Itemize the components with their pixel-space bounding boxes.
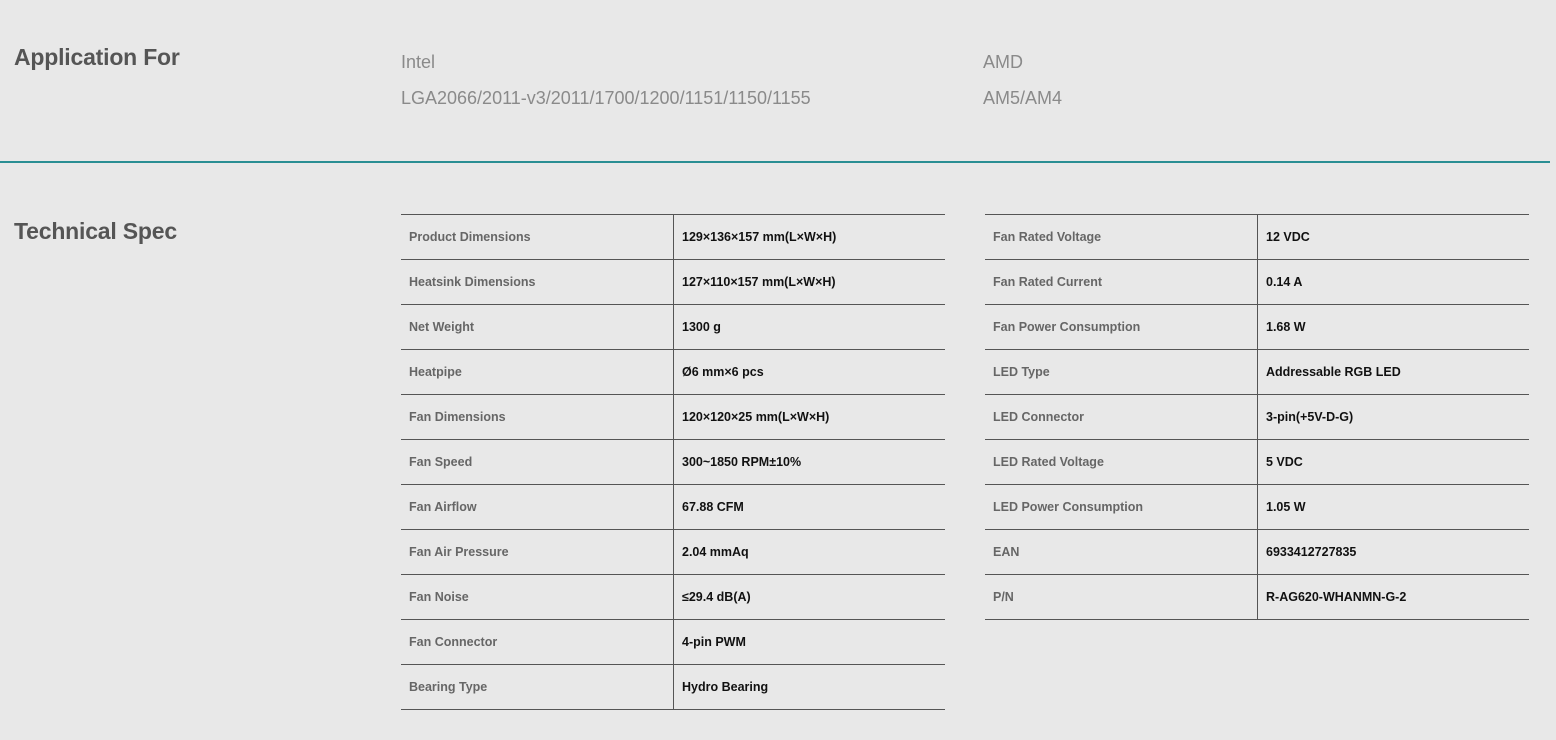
technical-spec-heading: Technical Spec xyxy=(14,218,177,244)
spec-value: 1.05 W xyxy=(1266,500,1306,514)
spec-row: Fan Rated Voltage 12 VDC xyxy=(985,214,1529,260)
spec-value: 0.14 A xyxy=(1266,275,1303,289)
spec-label: EAN xyxy=(985,529,1258,575)
spec-row: Fan Dimensions 120×120×25 mm(L×W×H) xyxy=(401,394,945,440)
spec-value: Addressable RGB LED xyxy=(1266,365,1401,379)
spec-label: Net Weight xyxy=(401,304,674,350)
spec-row: Bearing Type Hydro Bearing xyxy=(401,664,945,710)
spec-row: LED Type Addressable RGB LED xyxy=(985,349,1529,395)
spec-value: 67.88 CFM xyxy=(682,500,744,514)
spec-label: Fan Connector xyxy=(401,619,674,665)
spec-row: Heatpipe Ø6 mm×6 pcs xyxy=(401,349,945,395)
spec-label: Product Dimensions xyxy=(401,214,674,260)
spec-row: Fan Airflow 67.88 CFM xyxy=(401,484,945,530)
spec-label: Fan Airflow xyxy=(401,484,674,530)
spec-label: Fan Power Consumption xyxy=(985,304,1258,350)
spec-label: Fan Rated Current xyxy=(985,259,1258,305)
spec-table-right: Fan Rated Voltage 12 VDC Fan Rated Curren… xyxy=(985,214,1529,620)
spec-label: LED Rated Voltage xyxy=(985,439,1258,485)
spec-row: Net Weight 1300 g xyxy=(401,304,945,350)
spec-row: Fan Power Consumption 1.68 W xyxy=(985,304,1529,350)
spec-label: Fan Speed xyxy=(401,439,674,485)
spec-value: 1.68 W xyxy=(1266,320,1306,334)
spec-value: 300~1850 RPM±10% xyxy=(682,455,802,469)
spec-value: R-AG620-WHANMN-G-2 xyxy=(1266,590,1407,604)
spec-row: Fan Rated Current 0.14 A xyxy=(985,259,1529,305)
spec-value: Ø6 mm×6 pcs xyxy=(682,365,764,379)
spec-value: 1300 g xyxy=(682,320,721,334)
amd-sockets: AM5/AM4 xyxy=(983,88,1063,108)
spec-label: Fan Noise xyxy=(401,574,674,620)
spec-value: 12 VDC xyxy=(1266,230,1310,244)
spec-label: LED Type xyxy=(985,349,1258,395)
spec-row: Fan Connector 4-pin PWM xyxy=(401,619,945,665)
amd-compatibility: AMD AM5/AM4 xyxy=(983,50,1062,110)
spec-label: Bearing Type xyxy=(401,664,674,710)
spec-value: 4-pin PWM xyxy=(682,635,746,649)
spec-row: Fan Air Pressure 2.04 mmAq xyxy=(401,529,945,575)
spec-row: Fan Noise ≤29.4 dB(A) xyxy=(401,574,945,620)
spec-row: LED Connector 3-pin(+5V-D-G) xyxy=(985,394,1529,440)
spec-label: Heatpipe xyxy=(401,349,674,395)
spec-row: LED Rated Voltage 5 VDC xyxy=(985,439,1529,485)
application-for-heading: Application For xyxy=(14,44,180,70)
spec-label: Heatsink Dimensions xyxy=(401,259,674,305)
spec-value: 6933412727835 xyxy=(1266,545,1357,559)
spec-value: 129×136×157 mm(L×W×H) xyxy=(682,230,837,244)
spec-table-left: Product Dimensions 129×136×157 mm(L×W×H) … xyxy=(401,214,945,710)
intel-sockets: LGA2066/2011-v3/2011/1700/1200/1151/1150… xyxy=(401,88,811,108)
spec-value: 3-pin(+5V-D-G) xyxy=(1266,410,1354,424)
spec-row: Fan Speed 300~1850 RPM±10% xyxy=(401,439,945,485)
spec-row: EAN 6933412727835 xyxy=(985,529,1529,575)
spec-label: LED Connector xyxy=(985,394,1258,440)
spec-label: Fan Dimensions xyxy=(401,394,674,440)
intel-vendor-label: Intel xyxy=(401,52,436,72)
spec-value: 127×110×157 mm(L×W×H) xyxy=(682,275,836,289)
spec-label: LED Power Consumption xyxy=(985,484,1258,530)
spec-label: Fan Rated Voltage xyxy=(985,214,1258,260)
section-divider xyxy=(0,161,1550,163)
spec-row: LED Power Consumption 1.05 W xyxy=(985,484,1529,530)
intel-compatibility: Intel LGA2066/2011-v3/2011/1700/1200/115… xyxy=(401,50,811,110)
spec-value: 5 VDC xyxy=(1266,455,1303,469)
spec-value: Hydro Bearing xyxy=(682,680,769,694)
spec-row: Product Dimensions 129×136×157 mm(L×W×H) xyxy=(401,214,945,260)
spec-value: ≤29.4 dB(A) xyxy=(682,590,751,604)
spec-label: P/N xyxy=(985,574,1258,620)
spec-label: Fan Air Pressure xyxy=(401,529,674,575)
spec-value: 2.04 mmAq xyxy=(682,545,749,559)
amd-vendor-label: AMD xyxy=(983,52,1023,72)
spec-value: 120×120×25 mm(L×W×H) xyxy=(682,410,830,424)
spec-row: Heatsink Dimensions 127×110×157 mm(L×W×H) xyxy=(401,259,945,305)
spec-row: P/N R-AG620-WHANMN-G-2 xyxy=(985,574,1529,620)
